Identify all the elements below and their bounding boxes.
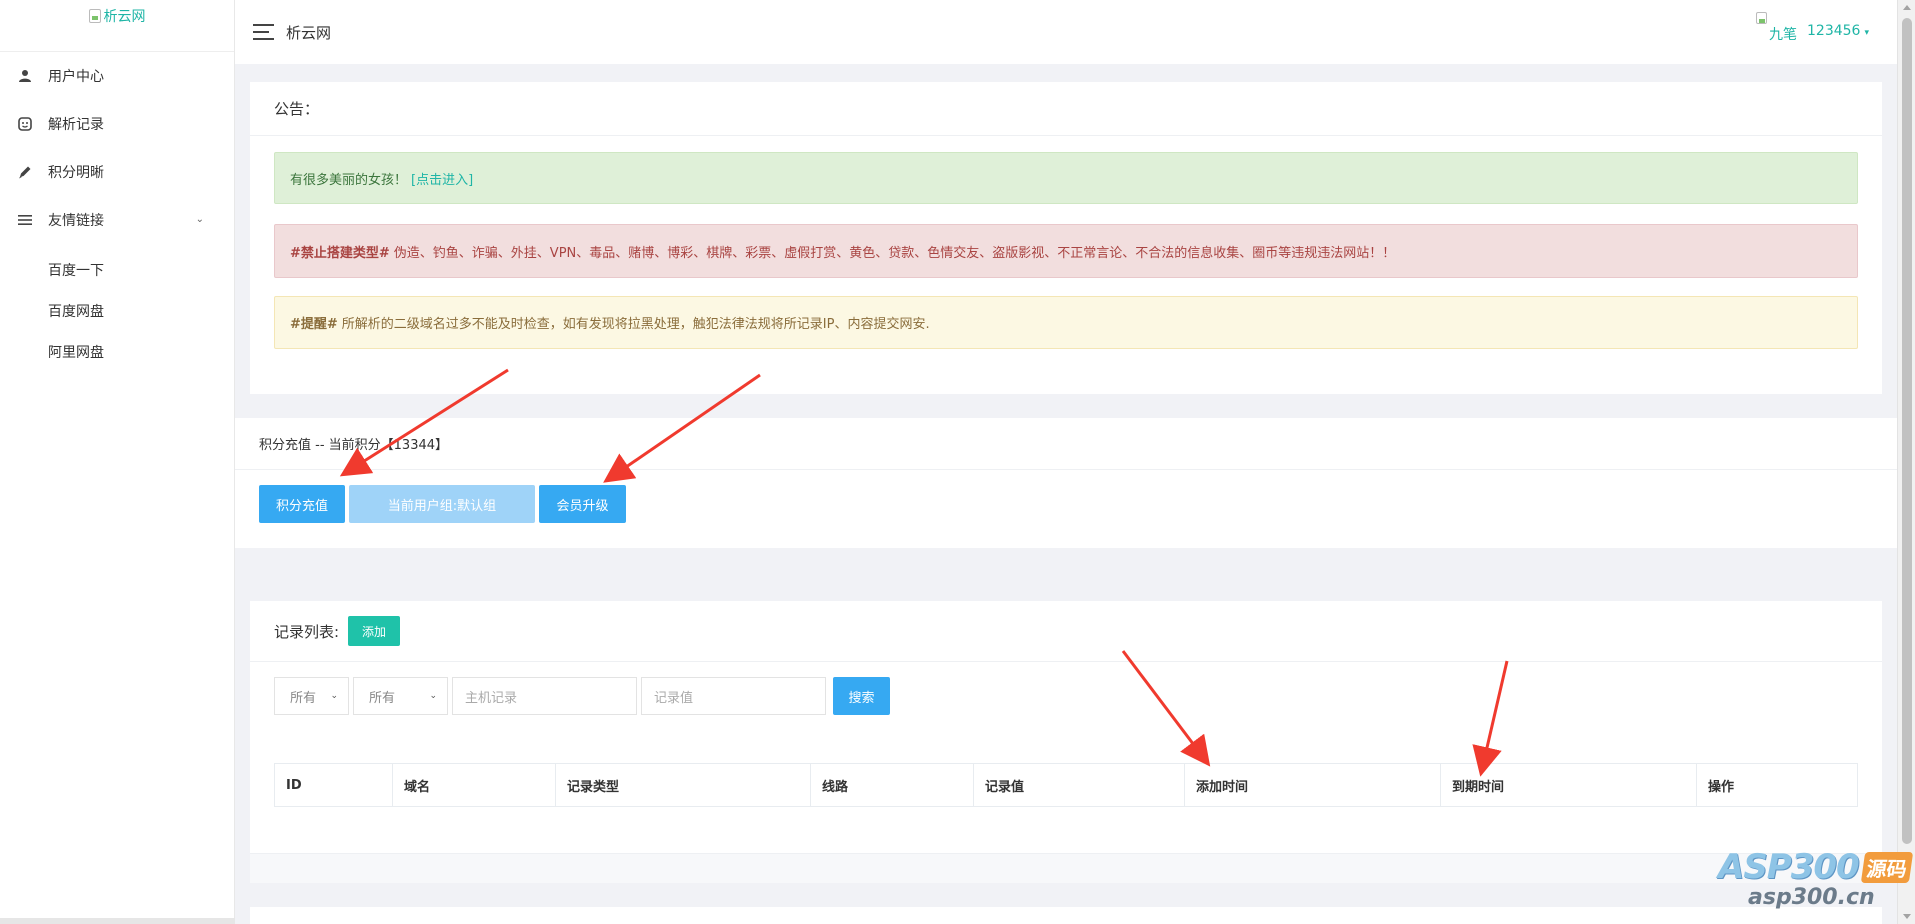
friend-link-baidu[interactable]: 百度一下 [0, 249, 234, 290]
broken-image-icon [1756, 12, 1768, 24]
user-id-text: 123456 [1807, 23, 1861, 39]
upgrade-button[interactable]: 会员升级 [539, 485, 626, 523]
host-record-input[interactable]: 主机记录 [452, 677, 637, 715]
points-title: 积分充值 -- 当前积分【13344】 [235, 418, 1897, 470]
recharge-button[interactable]: 积分充值 [259, 485, 345, 523]
table-header: ID 域名 记录类型 线路 记录值 添加时间 到期时间 操作 [275, 764, 1857, 806]
logo-image[interactable]: 析云网 [88, 6, 146, 26]
danger-alert: #禁止搭建类型# 伪造、钓鱼、诈骗、外挂、VPN、毒品、赌博、博彩、棋牌、彩票、… [274, 224, 1858, 278]
next-card [250, 907, 1882, 924]
notice-card: 公告： 有很多美丽的女孩！ [点击进入] #禁止搭建类型# 伪造、钓鱼、诈骗、外… [250, 82, 1882, 394]
warning-alert: #提醒# 所解析的二级域名过多不能及时检查，如有发现将拉黑处理，触犯法律法规将所… [274, 296, 1858, 349]
pen-icon [16, 163, 34, 181]
column-header[interactable]: 线路 [811, 764, 974, 806]
watermark: ASP300 源码 asp300.cn [1718, 847, 1915, 922]
chevron-down-icon: ⌄ [429, 691, 437, 701]
chevron-down-icon: ⌄ [195, 214, 204, 225]
column-header[interactable]: 记录值 [974, 764, 1185, 806]
enter-link[interactable]: [点击进入] [411, 169, 473, 188]
logo-alt-text: 析云网 [103, 8, 146, 25]
sidebar-item-user-center[interactable]: 用户中心 [0, 52, 234, 100]
notice-title: 公告： [250, 82, 1882, 136]
records-title: 记录列表: [274, 622, 340, 641]
records-card: 记录列表: 添加 所有 ⌄ 所有 ⌄ 主机记录 记录值 搜索 ID 域名 记录类… [250, 601, 1882, 883]
record-type-select[interactable]: 所有 ⌄ [274, 677, 349, 715]
points-card: 积分充值 -- 当前积分【13344】 积分充值 当前用户组:默认组 会员升级 [235, 418, 1897, 548]
watermark-tag: 源码 [1860, 851, 1913, 883]
sidebar-item-points-detail[interactable]: 积分明晰 [0, 148, 234, 196]
success-alert-text: 有很多美丽的女孩！ [290, 172, 408, 188]
column-header[interactable]: 域名 [393, 764, 556, 806]
user-icon [16, 67, 34, 85]
scroll-up-arrow-icon[interactable] [1903, 5, 1911, 10]
sidebar-nav: 用户中心 解析记录 积分明晰 友情链接 ⌄ [0, 52, 234, 244]
watermark-logo: ASP300 源码 [1718, 847, 1915, 887]
line-select[interactable]: 所有 ⌄ [353, 677, 448, 715]
sidebar-item-label: 用户中心 [48, 69, 104, 85]
sidebar-item-friend-links[interactable]: 友情链接 ⌄ [0, 196, 234, 244]
chevron-down-icon: ⌄ [330, 691, 338, 701]
sidebar-footer [0, 918, 235, 924]
column-header[interactable]: 记录类型 [556, 764, 811, 806]
user-group-button: 当前用户组:默认组 [349, 485, 535, 523]
scroll-thumb[interactable] [1902, 18, 1912, 844]
user-menu[interactable]: 九笔 123456 ▾ [1756, 12, 1869, 44]
search-button[interactable]: 搜索 [833, 677, 890, 715]
site-title: 析云网 [286, 23, 332, 42]
avatar[interactable]: 九笔 [1756, 12, 1797, 44]
record-value-input[interactable]: 记录值 [641, 677, 826, 715]
column-header[interactable]: ID [275, 764, 393, 806]
search-filters: 所有 ⌄ 所有 ⌄ 主机记录 记录值 搜索 [274, 677, 890, 715]
danger-alert-tag: #禁止搭建类型# [290, 245, 390, 261]
select-value: 所有 [290, 690, 317, 706]
column-header[interactable]: 操作 [1697, 764, 1857, 806]
menu-icon [16, 211, 34, 229]
column-header[interactable]: 添加时间 [1185, 764, 1441, 806]
records-table: ID 域名 记录类型 线路 记录值 添加时间 到期时间 操作 [274, 763, 1858, 807]
logo[interactable]: 析云网 [0, 0, 234, 52]
record-icon [16, 115, 34, 133]
sidebar-item-label: 解析记录 [48, 117, 104, 133]
table-footer [250, 853, 1882, 883]
success-alert: 有很多美丽的女孩！ [点击进入] [274, 152, 1858, 204]
sidebar: 析云网 用户中心 解析记录 积分明晰 友情链接 ⌄ 百度一下 百度网盘 阿里网盘 [0, 0, 235, 924]
select-value: 所有 [369, 690, 396, 706]
warning-alert-tag: #提醒# [290, 317, 338, 332]
column-header[interactable]: 到期时间 [1441, 764, 1697, 806]
caret-down-icon: ▾ [1864, 28, 1869, 38]
friend-link-baidu-pan[interactable]: 百度网盘 [0, 290, 234, 331]
page-scrollbar[interactable] [1897, 0, 1915, 924]
broken-image-icon [88, 8, 101, 23]
sidebar-item-parse-records[interactable]: 解析记录 [0, 100, 234, 148]
watermark-brand: ASP300 [1718, 847, 1860, 887]
watermark-url: asp300.cn [1748, 885, 1875, 910]
points-button-row: 积分充值 当前用户组:默认组 会员升级 [259, 485, 626, 523]
friend-link-aliyun-pan[interactable]: 阿里网盘 [0, 331, 234, 372]
danger-alert-text: 伪造、钓鱼、诈骗、外挂、VPN、毒品、赌博、博彩、棋牌、彩票、虚假打赏、黄色、贷… [393, 245, 1396, 261]
user-name: 九笔 [1769, 27, 1798, 43]
hamburger-menu-icon[interactable] [253, 24, 274, 40]
sidebar-item-label: 友情链接 [48, 213, 104, 229]
sidebar-item-label: 积分明晰 [48, 165, 104, 181]
friend-links-submenu: 百度一下 百度网盘 阿里网盘 [0, 244, 234, 372]
warning-alert-text: 所解析的二级域名过多不能及时检查，如有发现将拉黑处理，触犯法律法规将所记录IP、… [341, 317, 930, 332]
user-id[interactable]: 123456 ▾ [1807, 23, 1869, 39]
add-record-button[interactable]: 添加 [348, 616, 401, 646]
top-header: 析云网 九笔 123456 ▾ [235, 0, 1897, 64]
records-header: 记录列表: 添加 [250, 601, 1882, 662]
